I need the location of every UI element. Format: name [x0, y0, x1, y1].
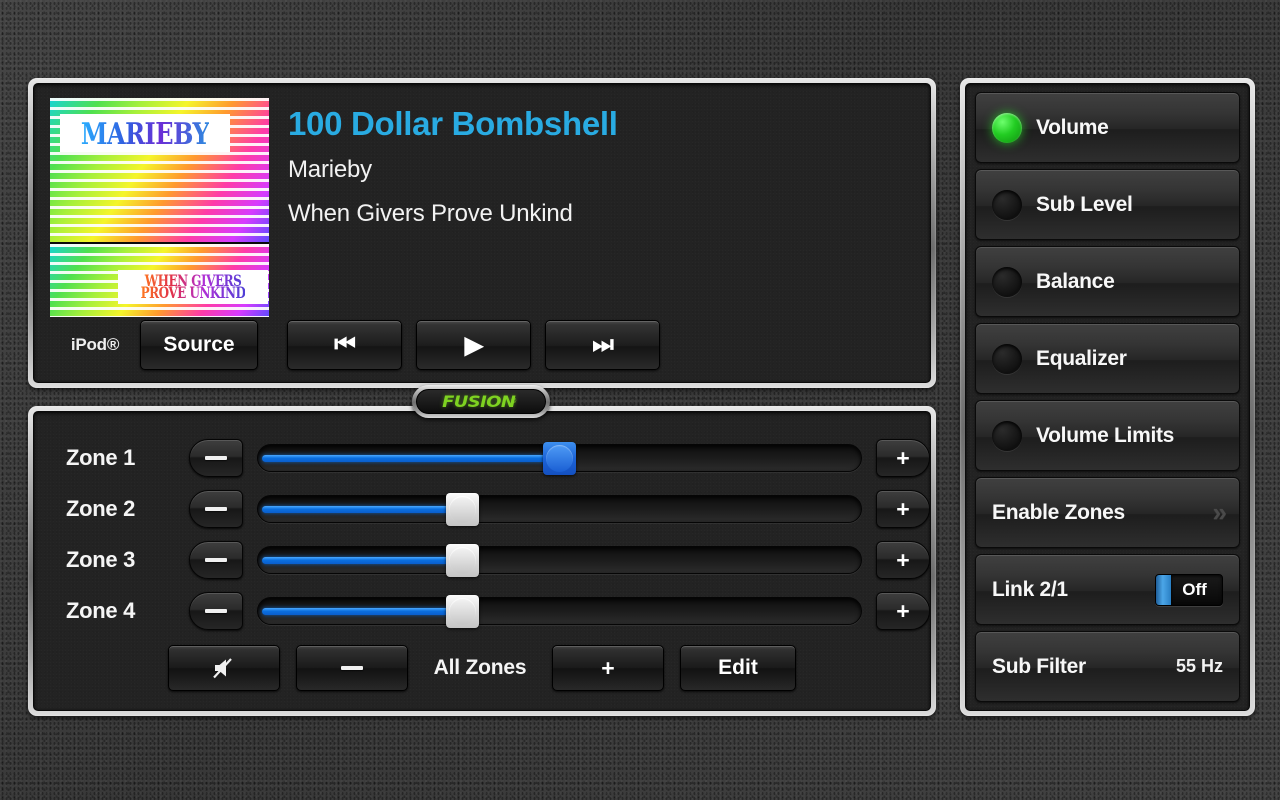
play-button[interactable]: ▶	[416, 320, 531, 370]
zone-3-minus-button[interactable]	[189, 541, 243, 579]
minus-glyph	[205, 558, 227, 562]
zone-3-volume-slider[interactable]	[257, 544, 862, 577]
led-off-icon	[992, 266, 1022, 297]
album-art[interactable]: MARIEBY WHEN GIVERS PROVE UNKIND	[50, 98, 269, 317]
zone-label-1: Zone 1	[66, 445, 136, 470]
source-button[interactable]: Source	[140, 320, 258, 370]
plus-glyph: +	[896, 598, 910, 624]
edit-button[interactable]: Edit	[680, 645, 796, 691]
sidebar-item-label: Balance	[1036, 269, 1115, 293]
sidebar-item-volume-limits[interactable]: Volume Limits	[975, 400, 1240, 471]
album-art-album-line2: PROVE UNKIND	[140, 283, 246, 303]
zone-row: Zone 1 +	[34, 434, 930, 482]
previous-track-icon: ⏮	[334, 331, 356, 358]
track-album: When Givers Prove Unkind	[288, 200, 573, 227]
all-zones-minus-button[interactable]	[296, 645, 408, 691]
fusion-logo-text: FUSION	[441, 392, 516, 411]
slider-fill	[262, 506, 459, 513]
mute-icon	[211, 656, 237, 680]
current-source-label: iPod®	[70, 335, 120, 354]
slider-thumb[interactable]	[445, 493, 479, 526]
zone-row: Zone 2 +	[34, 485, 930, 533]
zone-label-3: Zone 3	[66, 547, 136, 572]
minus-glyph	[205, 609, 227, 613]
next-track-icon: ⏭	[592, 331, 614, 358]
zone-4-plus-button[interactable]: +	[876, 592, 930, 630]
sidebar-item-value: 55 Hz	[1175, 656, 1223, 676]
slider-thumb[interactable]	[543, 442, 576, 475]
sidebar-item-equalizer[interactable]: Equalizer	[975, 323, 1240, 394]
slider-thumb[interactable]	[445, 544, 479, 577]
sidebar-item-label: Link 2/1	[992, 577, 1068, 601]
toggle-state-label: Off	[1182, 579, 1207, 599]
zone-1-plus-button[interactable]: +	[876, 439, 930, 477]
previous-track-button[interactable]: ⏮	[287, 320, 402, 370]
slider-thumb[interactable]	[445, 595, 479, 628]
sidebar-item-balance[interactable]: Balance	[975, 246, 1240, 317]
track-artist: Marieby	[288, 156, 372, 183]
sidebar-item-label: Volume	[1036, 115, 1109, 139]
play-icon: ▶	[464, 331, 483, 359]
slider-fill	[262, 455, 556, 462]
sidebar-item-sub-level[interactable]: Sub Level	[975, 169, 1240, 240]
slider-fill	[262, 608, 459, 615]
minus-glyph	[205, 507, 227, 511]
next-track-button[interactable]: ⏭	[545, 320, 660, 370]
toggle-handle	[1156, 574, 1171, 605]
zone-label-2: Zone 2	[66, 496, 136, 521]
sidebar-item-label: Enable Zones	[992, 500, 1125, 524]
zone-label-4: Zone 4	[66, 598, 136, 623]
sidebar-item-label: Sub Filter	[992, 654, 1086, 678]
zone-3-plus-button[interactable]: +	[876, 541, 930, 579]
link-toggle-switch[interactable]: Off	[1155, 573, 1223, 606]
double-chevron-right-icon: »	[1212, 497, 1228, 527]
now-playing-inner: MARIEBY WHEN GIVERS PROVE UNKIND 100 Dol…	[33, 83, 931, 383]
zones-panel: Zone 1 + Zone 2 + Zone 3 + Zone 4 + All Zones +…	[28, 406, 936, 716]
slider-fill	[262, 557, 459, 564]
led-off-icon	[992, 189, 1022, 220]
now-playing-panel: MARIEBY WHEN GIVERS PROVE UNKIND 100 Dol…	[28, 78, 936, 388]
plus-glyph: +	[896, 496, 910, 522]
zone-1-minus-button[interactable]	[189, 439, 243, 477]
playback-controls: iPod® Source ⏮ ▶ ⏭	[50, 320, 914, 370]
zone-4-minus-button[interactable]	[189, 592, 243, 630]
sidebar-item-link-2-1[interactable]: Link 2/1 Off	[975, 554, 1240, 625]
zone-2-plus-button[interactable]: +	[876, 490, 930, 528]
sidebar-item-enable-zones[interactable]: Enable Zones »	[975, 477, 1240, 548]
zones-panel-inner: Zone 1 + Zone 2 + Zone 3 + Zone 4 + All Zones +…	[33, 411, 931, 711]
led-on-icon	[992, 112, 1022, 143]
zone-4-volume-slider[interactable]	[257, 595, 862, 628]
plus-glyph: +	[601, 655, 615, 681]
fusion-brand-badge: FUSION ®	[412, 385, 550, 418]
sidebar-item-label: Volume Limits	[1036, 423, 1175, 447]
all-zones-controls: All Zones + Edit	[34, 642, 930, 694]
plus-glyph: +	[896, 445, 910, 471]
fusion-badge-inner: FUSION ®	[416, 389, 546, 414]
settings-sidebar-panel: Volume Sub Level Balance Equalizer Volume Li…	[960, 78, 1255, 716]
led-off-icon	[992, 343, 1022, 374]
all-zones-plus-button[interactable]: +	[552, 645, 664, 691]
mute-button[interactable]	[168, 645, 280, 691]
led-off-icon	[992, 420, 1022, 451]
sidebar-item-label: Equalizer	[1036, 346, 1127, 370]
track-title: 100 Dollar Bombshell	[288, 105, 618, 142]
zone-2-minus-button[interactable]	[189, 490, 243, 528]
album-art-artist-word: MARIEBY	[80, 114, 210, 152]
sidebar-items-container: Volume Sub Level Balance Equalizer Volume Li…	[966, 84, 1249, 710]
zone-2-volume-slider[interactable]	[257, 493, 862, 526]
album-art-album-block: WHEN GIVERS PROVE UNKIND	[118, 270, 268, 304]
plus-glyph: +	[896, 547, 910, 573]
minus-glyph	[205, 456, 227, 460]
sidebar-item-label: Sub Level	[1036, 192, 1133, 216]
all-zones-label: All Zones	[433, 656, 527, 679]
sidebar-item-volume[interactable]: Volume	[975, 92, 1240, 163]
zone-row: Zone 3 +	[34, 536, 930, 584]
minus-glyph	[341, 666, 363, 670]
zone-1-volume-slider[interactable]	[257, 442, 862, 475]
album-art-title-block: MARIEBY	[60, 114, 230, 152]
sidebar-inner-frame: Volume Sub Level Balance Equalizer Volume Li…	[965, 83, 1250, 711]
track-info: 100 Dollar Bombshell Marieby When Givers…	[288, 104, 914, 229]
zone-row: Zone 4 +	[34, 587, 930, 635]
sidebar-item-sub-filter[interactable]: Sub Filter 55 Hz	[975, 631, 1240, 702]
